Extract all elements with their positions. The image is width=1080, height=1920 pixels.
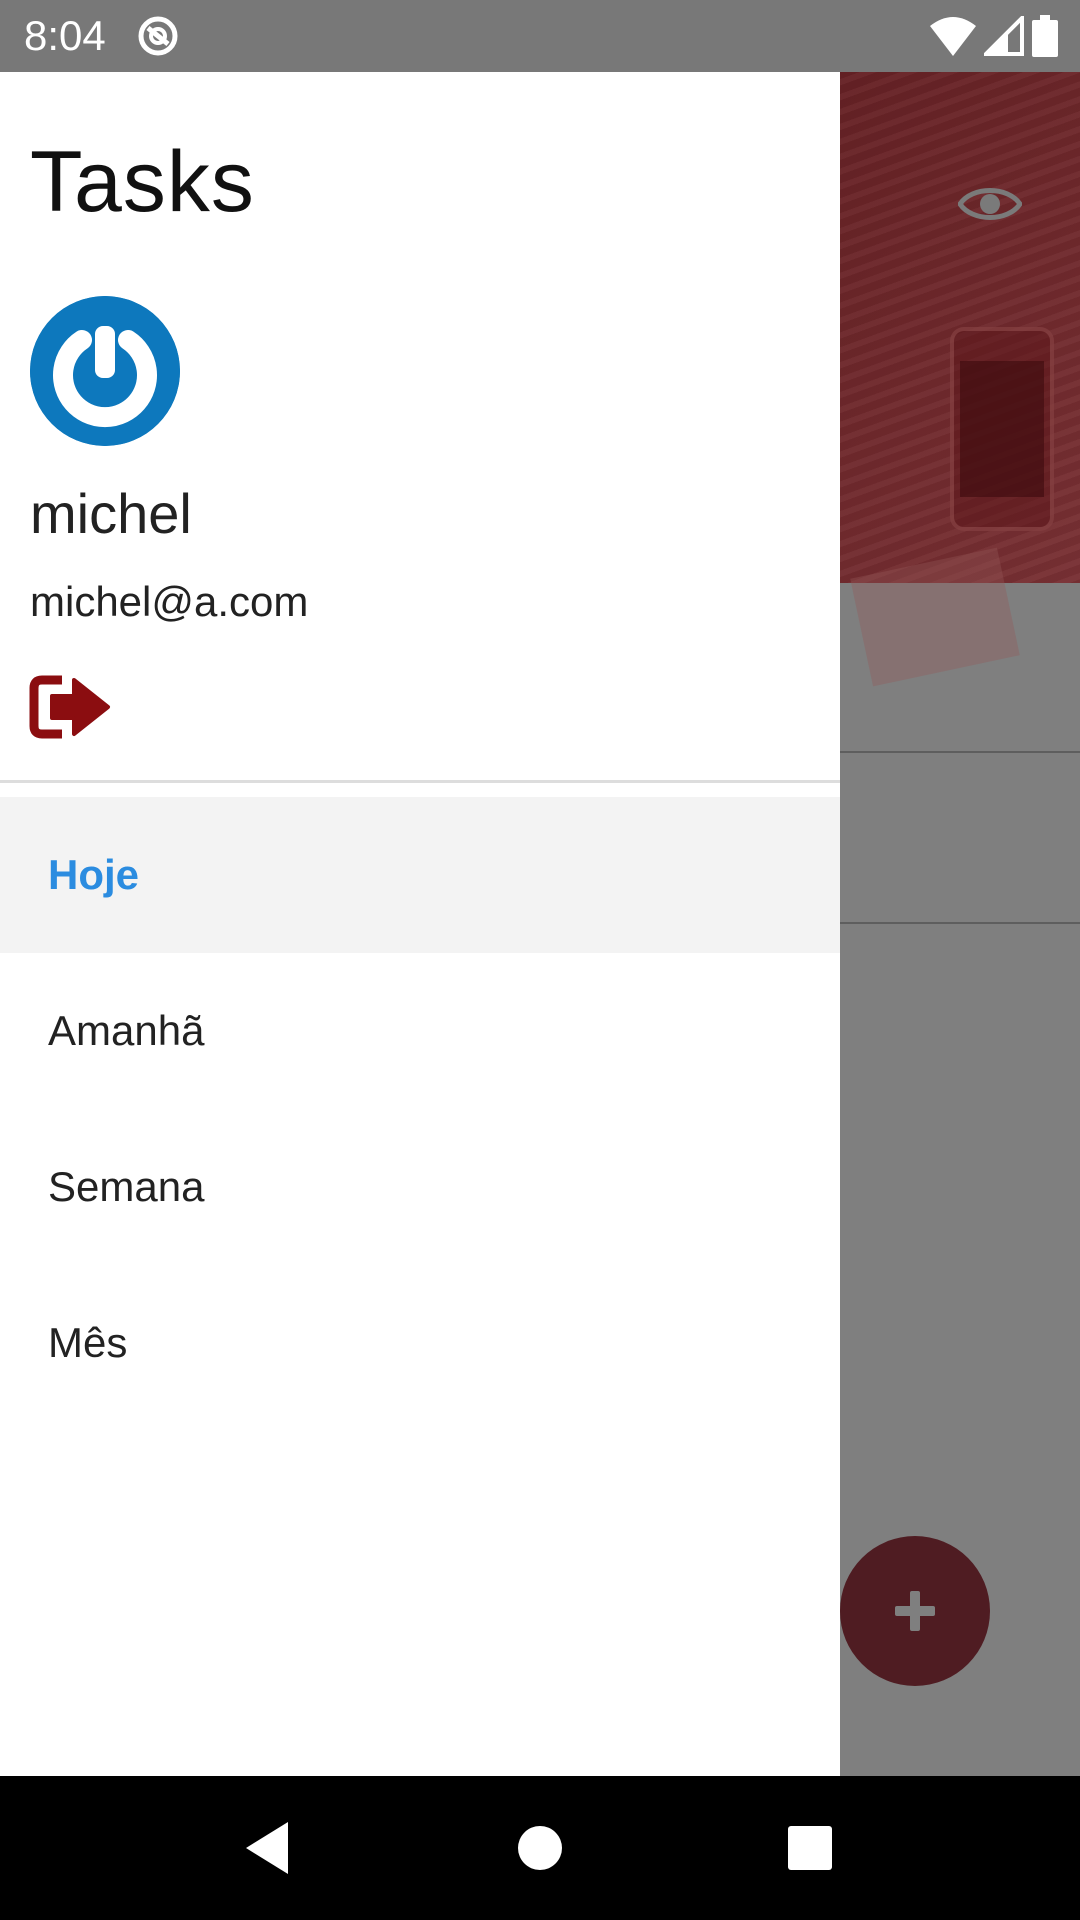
navigation-drawer: Tasks michel michel@a.com Hoje Amanhã Se… — [0, 72, 840, 1776]
plus-icon — [895, 1591, 935, 1631]
battery-icon — [1032, 15, 1058, 57]
screen: 8:04 Tasks michel michel@a.com Hoje Aman… — [0, 0, 1080, 1920]
eye-icon[interactable] — [958, 182, 1022, 226]
nav-item-mes[interactable]: Mês — [0, 1265, 840, 1421]
signal-icon — [984, 16, 1024, 56]
nav-item-label: Semana — [48, 1163, 205, 1210]
back-icon[interactable] — [232, 1812, 304, 1884]
header-phone-graphic — [950, 327, 1054, 531]
sync-icon — [138, 16, 178, 56]
nav-item-label: Hoje — [48, 851, 140, 898]
add-task-button[interactable] — [840, 1536, 990, 1686]
status-icons — [930, 14, 1058, 58]
status-bar: 8:04 — [0, 0, 1080, 72]
home-icon[interactable] — [504, 1812, 576, 1884]
system-nav-bar — [0, 1776, 1080, 1920]
nav-item-label: Mês — [48, 1319, 128, 1366]
wifi-icon — [930, 17, 976, 56]
recents-icon[interactable] — [774, 1812, 846, 1884]
nav-item-label: Amanhã — [48, 1007, 205, 1054]
nav-list: Hoje Amanhã Semana Mês — [0, 797, 840, 1421]
user-name: michel — [30, 482, 192, 545]
nav-item-hoje[interactable]: Hoje — [0, 797, 840, 953]
user-email: michel@a.com — [30, 578, 309, 625]
nav-item-amanha[interactable]: Amanhã — [0, 953, 840, 1109]
drawer-title: Tasks — [30, 134, 255, 230]
sign-out-icon[interactable] — [28, 672, 112, 742]
status-time: 8:04 — [24, 12, 106, 59]
drawer-divider — [0, 780, 840, 783]
power-icon — [30, 296, 180, 446]
nav-item-semana[interactable]: Semana — [0, 1109, 840, 1265]
